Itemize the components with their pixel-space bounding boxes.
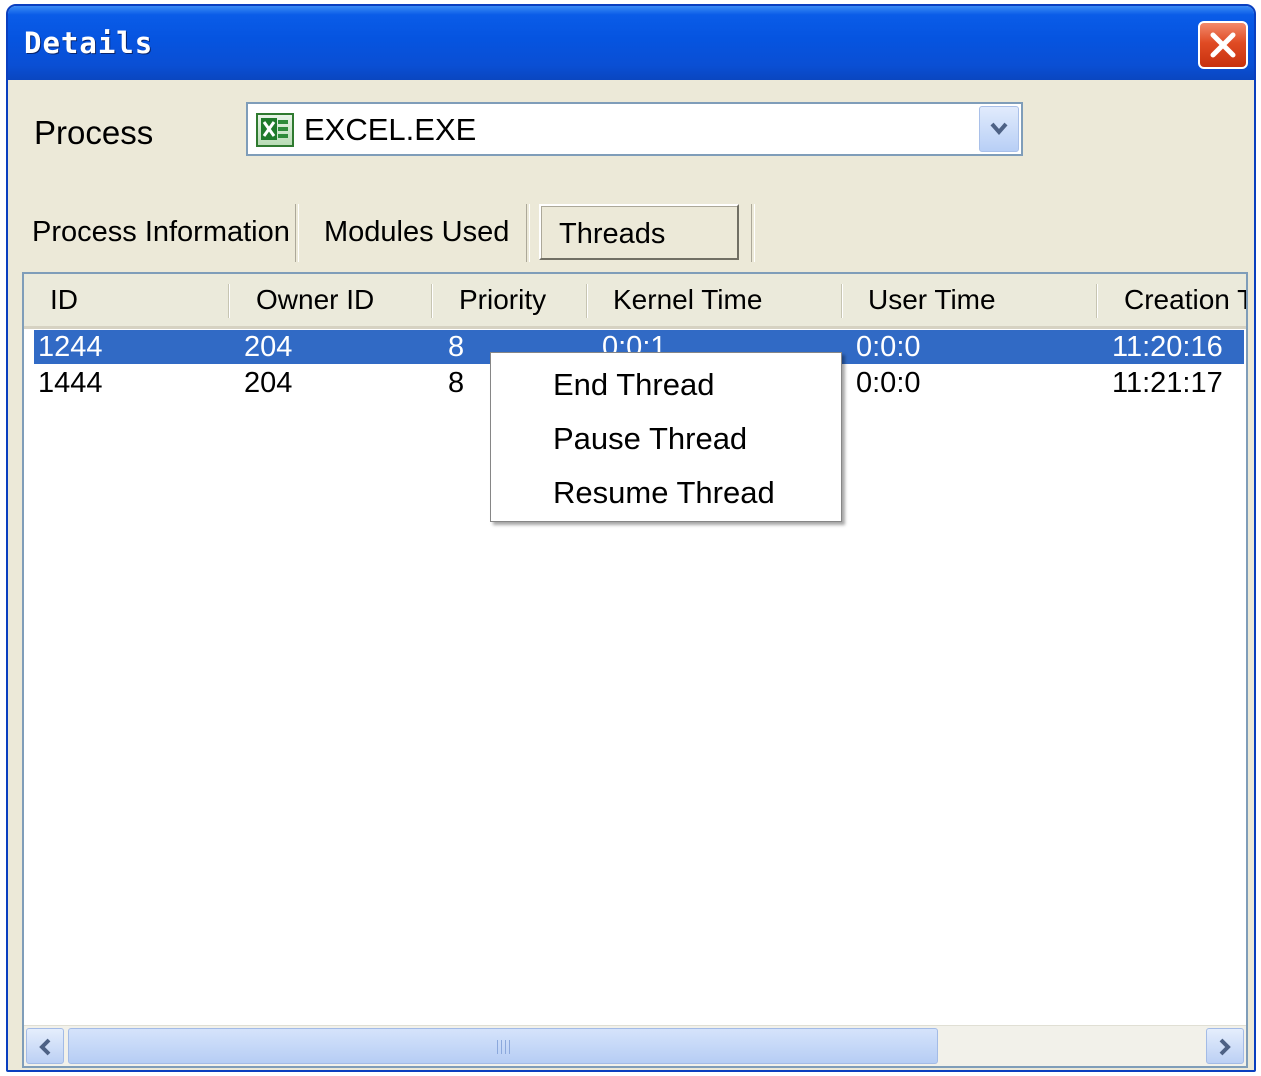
cell-priority: 8	[448, 367, 465, 399]
scrollbar-thumb[interactable]	[68, 1028, 938, 1064]
tab-separator	[751, 204, 755, 262]
column-separator[interactable]	[228, 284, 229, 318]
scroll-right-button[interactable]	[1206, 1028, 1244, 1064]
column-header-id[interactable]: ID	[50, 274, 210, 326]
close-button[interactable]	[1198, 21, 1248, 69]
cell-user-time: 0:0:0	[856, 331, 921, 363]
process-combobox-value: EXCEL.EXE	[304, 112, 477, 147]
cell-creation-time: 11:20:16	[1112, 331, 1223, 363]
column-separator[interactable]	[431, 284, 432, 318]
cell-id: 1244	[38, 331, 103, 363]
menu-item-resume-thread[interactable]: Resume Thread	[553, 475, 775, 511]
cell-priority: 8	[448, 331, 465, 363]
tab-separator	[526, 204, 530, 262]
horizontal-scrollbar[interactable]	[24, 1025, 1246, 1066]
column-separator[interactable]	[586, 284, 587, 318]
column-header-kernel-time[interactable]: Kernel Time	[613, 274, 833, 326]
process-combobox[interactable]: EXCEL.EXE	[246, 102, 1023, 156]
menu-item-end-thread[interactable]: End Thread	[553, 367, 714, 403]
context-menu: End Thread Pause Thread Resume Thread	[490, 352, 842, 522]
column-header-creation-time[interactable]: Creation T	[1124, 274, 1246, 326]
column-separator[interactable]	[1096, 284, 1097, 318]
scroll-left-button[interactable]	[26, 1028, 64, 1064]
window-title: Details	[24, 26, 154, 60]
chevron-left-icon	[39, 1038, 51, 1056]
column-separator[interactable]	[841, 284, 842, 318]
tab-threads-used[interactable]: Threads Used	[539, 204, 739, 306]
cell-owner-id: 204	[244, 367, 293, 399]
combobox-dropdown-button[interactable]	[979, 106, 1019, 152]
close-icon	[1210, 32, 1236, 58]
chevron-right-icon	[1219, 1038, 1231, 1056]
cell-user-time: 0:0:0	[856, 367, 921, 399]
menu-item-pause-thread[interactable]: Pause Thread	[553, 421, 747, 457]
details-window: Details Process EXCEL.EXE Process Inform…	[6, 4, 1256, 1072]
grip-icon	[497, 1040, 513, 1054]
tab-modules-used[interactable]: Modules Used	[324, 204, 509, 260]
cell-id: 1444	[38, 367, 103, 399]
chevron-down-icon	[990, 122, 1008, 136]
column-header-user-time[interactable]: User Time	[868, 274, 1088, 326]
cell-owner-id: 204	[244, 331, 293, 363]
list-header: ID Owner ID Priority Kernel Time User Ti…	[24, 274, 1246, 329]
column-header-owner-id[interactable]: Owner ID	[256, 274, 426, 326]
tab-process-information[interactable]: Process Information	[32, 204, 290, 260]
title-bar[interactable]: Details	[8, 6, 1254, 80]
process-label: Process	[34, 114, 154, 151]
cell-creation-time: 11:21:17	[1112, 367, 1223, 399]
tab-separator	[295, 204, 299, 262]
excel-icon	[256, 113, 294, 147]
column-header-priority[interactable]: Priority	[459, 274, 579, 326]
